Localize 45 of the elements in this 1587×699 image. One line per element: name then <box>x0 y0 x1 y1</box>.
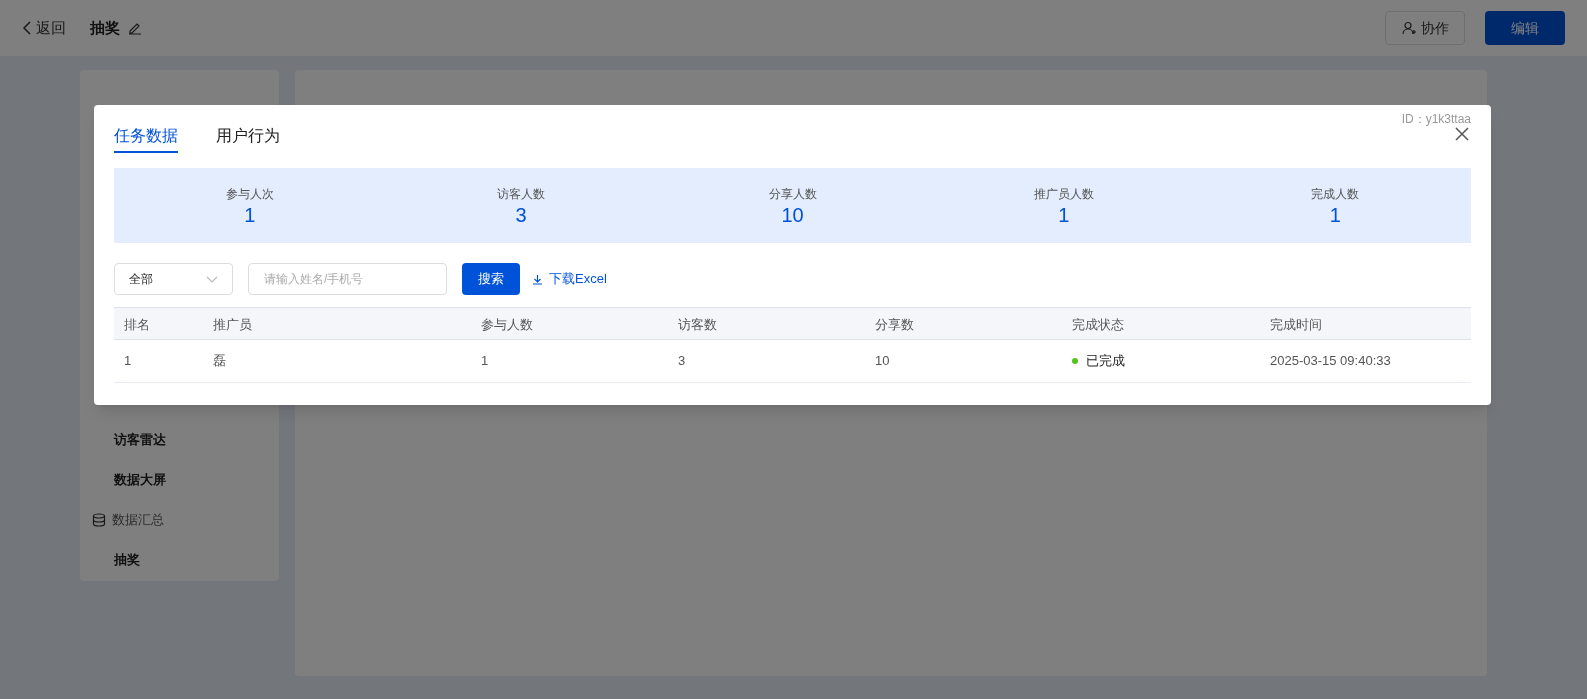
sidebar-item[interactable]: 抽奖 <box>92 550 140 570</box>
stat-value: 1 <box>1058 202 1070 227</box>
column-header: 完成时间 <box>1270 316 1322 332</box>
table-cell-text: 3 <box>678 352 686 371</box>
column-header: 参与人数 <box>481 316 533 332</box>
database-icon <box>92 513 106 527</box>
close-icon[interactable] <box>1455 127 1469 141</box>
stat-label: 访客人数 <box>497 185 546 203</box>
table-cell-text: 10 <box>875 352 890 371</box>
stat-label: 分享人数 <box>768 185 817 203</box>
column-header: 分享数 <box>875 316 914 332</box>
stat-label: 完成人数 <box>1311 185 1360 203</box>
table-cell-text: 1 <box>481 352 489 371</box>
stat-value: 1 <box>244 202 256 227</box>
page-title: 抽奖 <box>90 17 120 38</box>
sidebar-group[interactable]: 数据汇总 <box>92 510 164 530</box>
column-header: 访客数 <box>678 316 717 332</box>
column-header: 推广员 <box>213 316 252 332</box>
tab[interactable]: 任务数据 <box>114 121 178 153</box>
table-cell-text: 磊 <box>213 352 226 371</box>
stat-value: 3 <box>515 202 527 227</box>
status-select[interactable]: 全部 <box>114 263 233 295</box>
chevron-left-icon <box>22 21 32 35</box>
download-icon <box>532 273 543 285</box>
table-cell-text: 已完成 <box>1086 352 1125 371</box>
stat-value: 1 <box>1329 202 1341 227</box>
column-header: 排名 <box>124 316 150 332</box>
search-field[interactable]: 请输入姓名/手机号 <box>248 263 447 295</box>
stat-value: 10 <box>781 202 804 227</box>
edit-button[interactable]: 编辑 <box>1485 11 1565 45</box>
stat-label: 参与人次 <box>225 185 274 203</box>
table-cell-text: 2025-03-15 09:40:33 <box>1270 352 1391 371</box>
record-id: ID：y1k3ttaa <box>1401 111 1471 128</box>
search-button[interactable]: 搜索 <box>462 263 520 295</box>
download-link[interactable]: 下载Excel <box>532 269 607 289</box>
chevron-down-icon <box>206 275 218 283</box>
tab[interactable]: 用户行为 <box>216 121 280 153</box>
edit-icon[interactable] <box>128 21 142 35</box>
back-button[interactable]: 返回 <box>22 16 66 40</box>
stat-label: 推广员人数 <box>1033 185 1094 203</box>
column-header: 完成状态 <box>1072 316 1124 332</box>
collaborate-button[interactable]: 协作 <box>1385 11 1465 45</box>
sidebar-item[interactable]: 访客雷达 <box>92 430 166 450</box>
table-cell-text: 1 <box>124 352 132 371</box>
sidebar-item[interactable]: 数据大屏 <box>92 470 166 490</box>
